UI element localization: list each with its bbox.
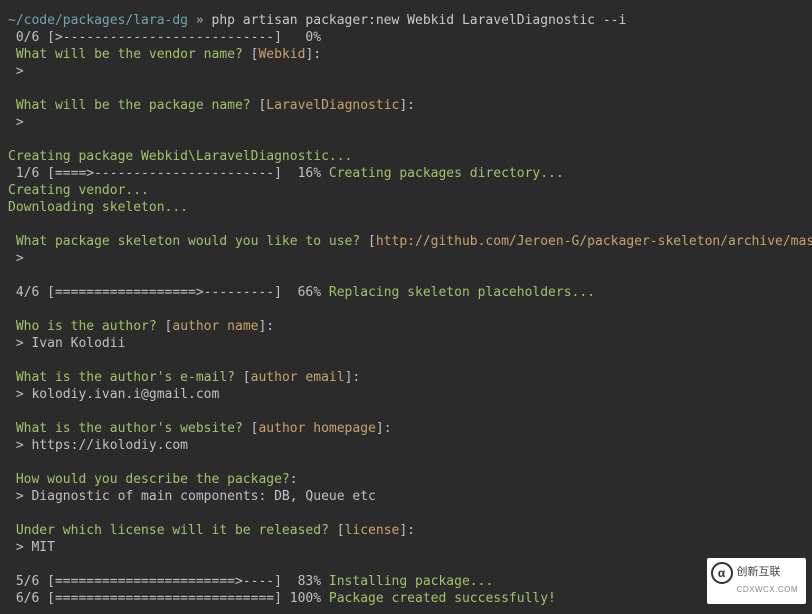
watermark-main: 创新互联: [737, 566, 781, 578]
q-describe: How would you describe the package?:: [8, 471, 804, 488]
q-skeleton: What package skeleton would you like to …: [8, 233, 804, 250]
creating-package: Creating package Webkid\LaravelDiagnosti…: [8, 148, 804, 165]
blank: [8, 556, 804, 573]
a-skeleton: >: [8, 250, 804, 267]
q-email: What is the author's e-mail? [author ema…: [8, 369, 804, 386]
watermark-sub: CDXWCX.COM: [737, 581, 798, 598]
blank: [8, 267, 804, 284]
q-package: What will be the package name? [LaravelD…: [8, 97, 804, 114]
progress-5: 5/6 [=======================>----] 83% I…: [8, 573, 804, 590]
a-website: > https://ikolodiy.com: [8, 437, 804, 454]
a-license: > MIT: [8, 539, 804, 556]
blank: [8, 80, 804, 97]
a-email: > kolodiy.ivan.i@gmail.com: [8, 386, 804, 403]
command: php artisan packager:new Webkid LaravelD…: [212, 13, 627, 28]
q-author: Who is the author? [author name]:: [8, 318, 804, 335]
cwd-path: ~/code/packages/lara-dg: [8, 13, 188, 28]
q-vendor: What will be the vendor name? [Webkid]:: [8, 46, 804, 63]
prompt-line: ~/code/packages/lara-dg » php artisan pa…: [8, 12, 804, 29]
a-author: > Ivan Kolodii: [8, 335, 804, 352]
blank: [8, 454, 804, 471]
downloading-skeleton: Downloading skeleton...: [8, 199, 804, 216]
q-license: Under which license will it be released?…: [8, 522, 804, 539]
watermark: α 创新互联 CDXWCX.COM: [707, 558, 806, 604]
q-website: What is the author's website? [author ho…: [8, 420, 804, 437]
blank: [8, 505, 804, 522]
blank: [8, 352, 804, 369]
progress-1: 1/6 [====>-----------------------] 16% C…: [8, 165, 804, 182]
blank: [8, 131, 804, 148]
prompt-sep: »: [188, 13, 211, 28]
blank: [8, 301, 804, 318]
terminal[interactable]: ~/code/packages/lara-dg » php artisan pa…: [8, 12, 804, 607]
watermark-logo-icon: α: [711, 562, 733, 584]
a-vendor: >: [8, 63, 804, 80]
a-package: >: [8, 114, 804, 131]
creating-vendor: Creating vendor...: [8, 182, 804, 199]
a-describe: > Diagnostic of main components: DB, Que…: [8, 488, 804, 505]
blank: [8, 403, 804, 420]
progress-6: 6/6 [============================] 100% …: [8, 590, 804, 607]
progress-0: 0/6 [>---------------------------] 0%: [8, 29, 804, 46]
blank: [8, 216, 804, 233]
progress-4: 4/6 [==================>---------] 66% R…: [8, 284, 804, 301]
